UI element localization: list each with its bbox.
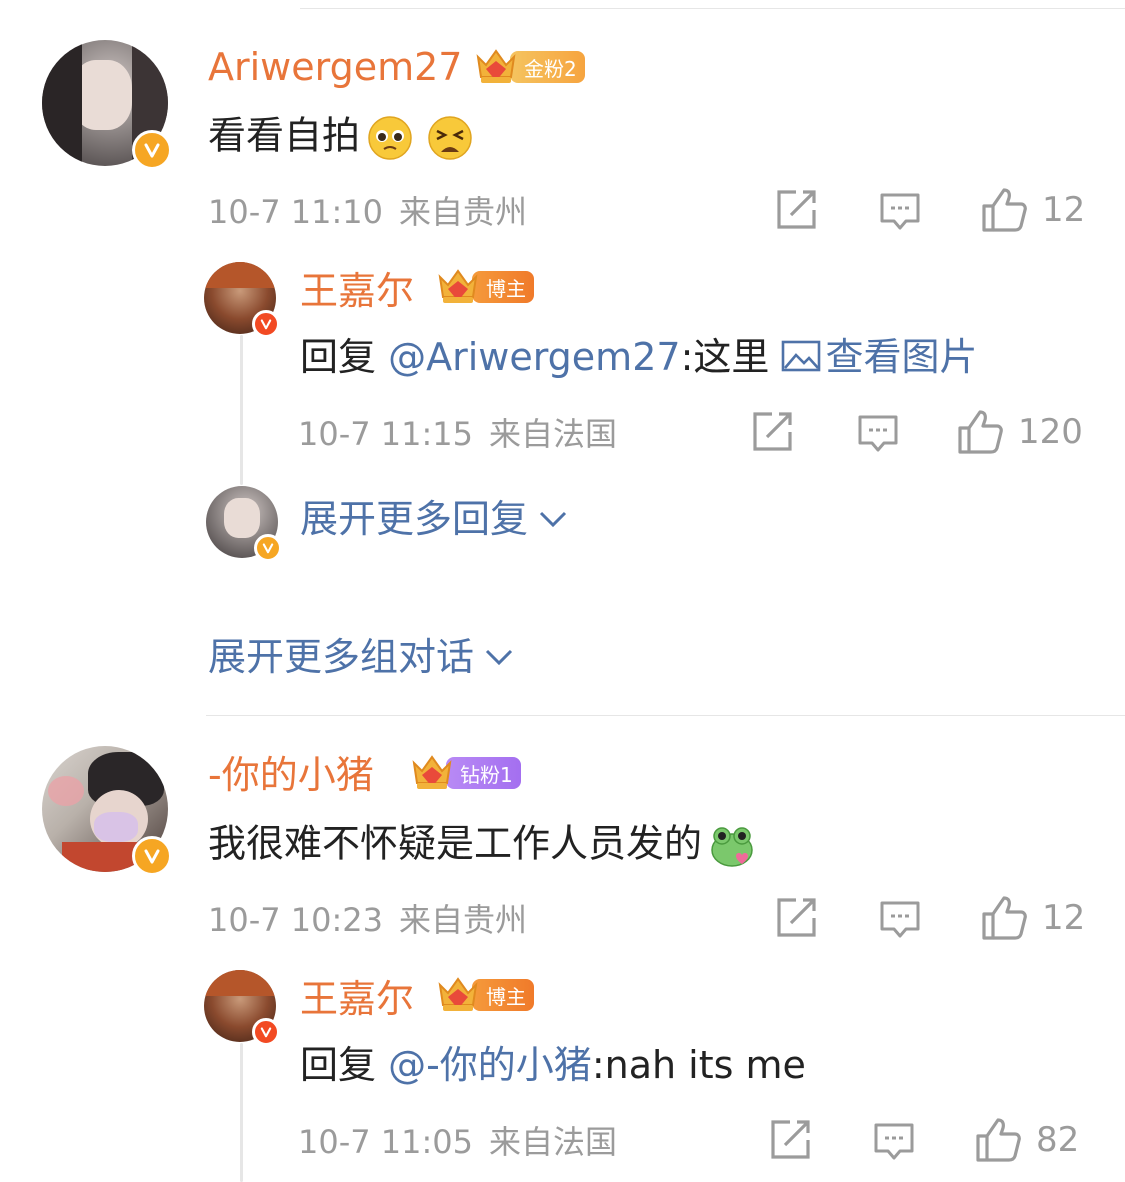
expand-more-conversations[interactable]: 展开更多组对话 <box>208 638 514 676</box>
like-count: 120 <box>1018 412 1083 452</box>
view-image-link[interactable]: 查看图片 <box>781 335 977 379</box>
fan-rank-badge: 金粉2 <box>474 50 585 84</box>
reply-date: 10-7 11:15 <box>298 415 474 453</box>
like-icon <box>974 1116 1022 1164</box>
reply-text: 回复 @Ariwergem27:这里 查看图片 <box>300 338 977 376</box>
reply-location: 来自法国 <box>489 1123 618 1161</box>
reply-prefix: 回复 <box>300 335 389 379</box>
comment-location: 来自贵州 <box>399 193 528 231</box>
comment-icon <box>878 898 922 942</box>
reply-date: 10-7 11:05 <box>298 1123 474 1161</box>
avatar[interactable] <box>42 40 172 170</box>
like-button[interactable]: 12 <box>980 894 1085 942</box>
reply-avatar[interactable] <box>204 262 280 338</box>
expand-more-replies-label: 展开更多回复 <box>300 497 529 541</box>
blogger-badge: 博主 <box>436 978 534 1012</box>
reply-prefix: 回复 <box>300 1043 389 1087</box>
like-icon <box>980 894 1028 942</box>
expand-more-conversations-label: 展开更多组对话 <box>208 635 475 679</box>
mention-link[interactable]: @Ariwergem27 <box>388 335 680 379</box>
like-count: 12 <box>1042 898 1086 938</box>
crown-icon <box>474 47 518 87</box>
share-button[interactable] <box>774 896 818 940</box>
verified-v-icon <box>252 310 280 338</box>
crown-icon <box>410 753 454 793</box>
comment-date: 10-7 11:10 <box>208 193 384 231</box>
comment-button[interactable] <box>878 898 922 942</box>
comment-meta: 10-7 10:23 来自贵州 <box>208 904 527 936</box>
fan-rank-badge: 钻粉1 <box>410 756 521 790</box>
comment-username[interactable]: Ariwergem27 <box>208 48 462 86</box>
comment-date: 10-7 10:23 <box>208 901 384 939</box>
share-icon <box>774 188 818 232</box>
crown-icon <box>436 267 480 307</box>
like-button[interactable]: 12 <box>980 186 1085 234</box>
crown-icon <box>436 975 480 1015</box>
share-icon <box>750 410 794 454</box>
like-count: 12 <box>1042 190 1086 230</box>
comment-icon <box>872 1120 916 1164</box>
share-icon <box>774 896 818 940</box>
comment-button[interactable] <box>878 190 922 234</box>
comment-icon <box>878 190 922 234</box>
thread-line <box>240 1043 243 1182</box>
comment-text-body: 我很难不怀疑是工作人员发的 <box>208 821 703 866</box>
comment-text-body: 看看自拍 <box>208 113 361 158</box>
comment-location: 来自贵州 <box>399 901 528 939</box>
chevron-down-icon <box>538 509 568 529</box>
tired-face-emoji <box>428 116 472 160</box>
like-count: 82 <box>1036 1120 1080 1160</box>
verified-v-icon <box>252 1018 280 1046</box>
blogger-badge: 博主 <box>436 270 534 304</box>
mention-link[interactable]: @-你的小猪 <box>388 1043 592 1087</box>
image-icon <box>782 340 821 372</box>
reply-avatar[interactable] <box>204 970 280 1046</box>
reply-location: 来自法国 <box>489 415 618 453</box>
thread-line <box>240 335 243 485</box>
reply-username[interactable]: 王嘉尔 <box>300 980 414 1018</box>
reply-text-body: :nah its me <box>591 1043 806 1087</box>
more-replies-avatar <box>206 486 282 562</box>
expand-more-replies[interactable]: 展开更多回复 <box>300 500 568 538</box>
pleading-face-emoji <box>368 116 412 160</box>
reply-text: 回复 @-你的小猪:nah its me <box>300 1046 806 1084</box>
reply-username[interactable]: 王嘉尔 <box>300 272 414 310</box>
share-button[interactable] <box>768 1118 812 1162</box>
like-button[interactable]: 120 <box>956 408 1083 456</box>
view-image-label: 查看图片 <box>825 335 978 379</box>
like-button[interactable]: 82 <box>974 1116 1079 1164</box>
verified-v-icon <box>132 836 172 876</box>
share-button[interactable] <box>750 410 794 454</box>
verified-v-icon <box>254 534 282 562</box>
top-divider <box>300 8 1125 9</box>
blogger-label: 博主 <box>472 271 534 303</box>
reply-text-body: :这里 <box>680 335 782 379</box>
comment-button[interactable] <box>872 1120 916 1164</box>
frog-emoji <box>711 827 753 867</box>
comment-meta: 10-7 11:10 来自贵州 <box>208 196 527 228</box>
chevron-down-icon <box>484 647 514 667</box>
comment-text: 看看自拍 <box>208 114 474 162</box>
comment-icon <box>856 412 900 456</box>
fan-rank-label: 钻粉1 <box>446 757 521 789</box>
comment-divider <box>206 715 1125 716</box>
share-icon <box>768 1118 812 1162</box>
avatar[interactable] <box>42 746 172 876</box>
like-icon <box>956 408 1004 456</box>
comment-text: 我很难不怀疑是工作人员发的 <box>208 822 756 870</box>
comment-button[interactable] <box>856 412 900 456</box>
like-icon <box>980 186 1028 234</box>
comment-username[interactable]: -你的小猪 <box>208 756 374 794</box>
reply-meta: 10-7 11:15 来自法国 <box>298 418 617 450</box>
verified-v-icon <box>132 130 172 170</box>
share-button[interactable] <box>774 188 818 232</box>
fan-rank-label: 金粉2 <box>510 51 585 83</box>
blogger-label: 博主 <box>472 979 534 1011</box>
reply-meta: 10-7 11:05 来自法国 <box>298 1126 617 1158</box>
